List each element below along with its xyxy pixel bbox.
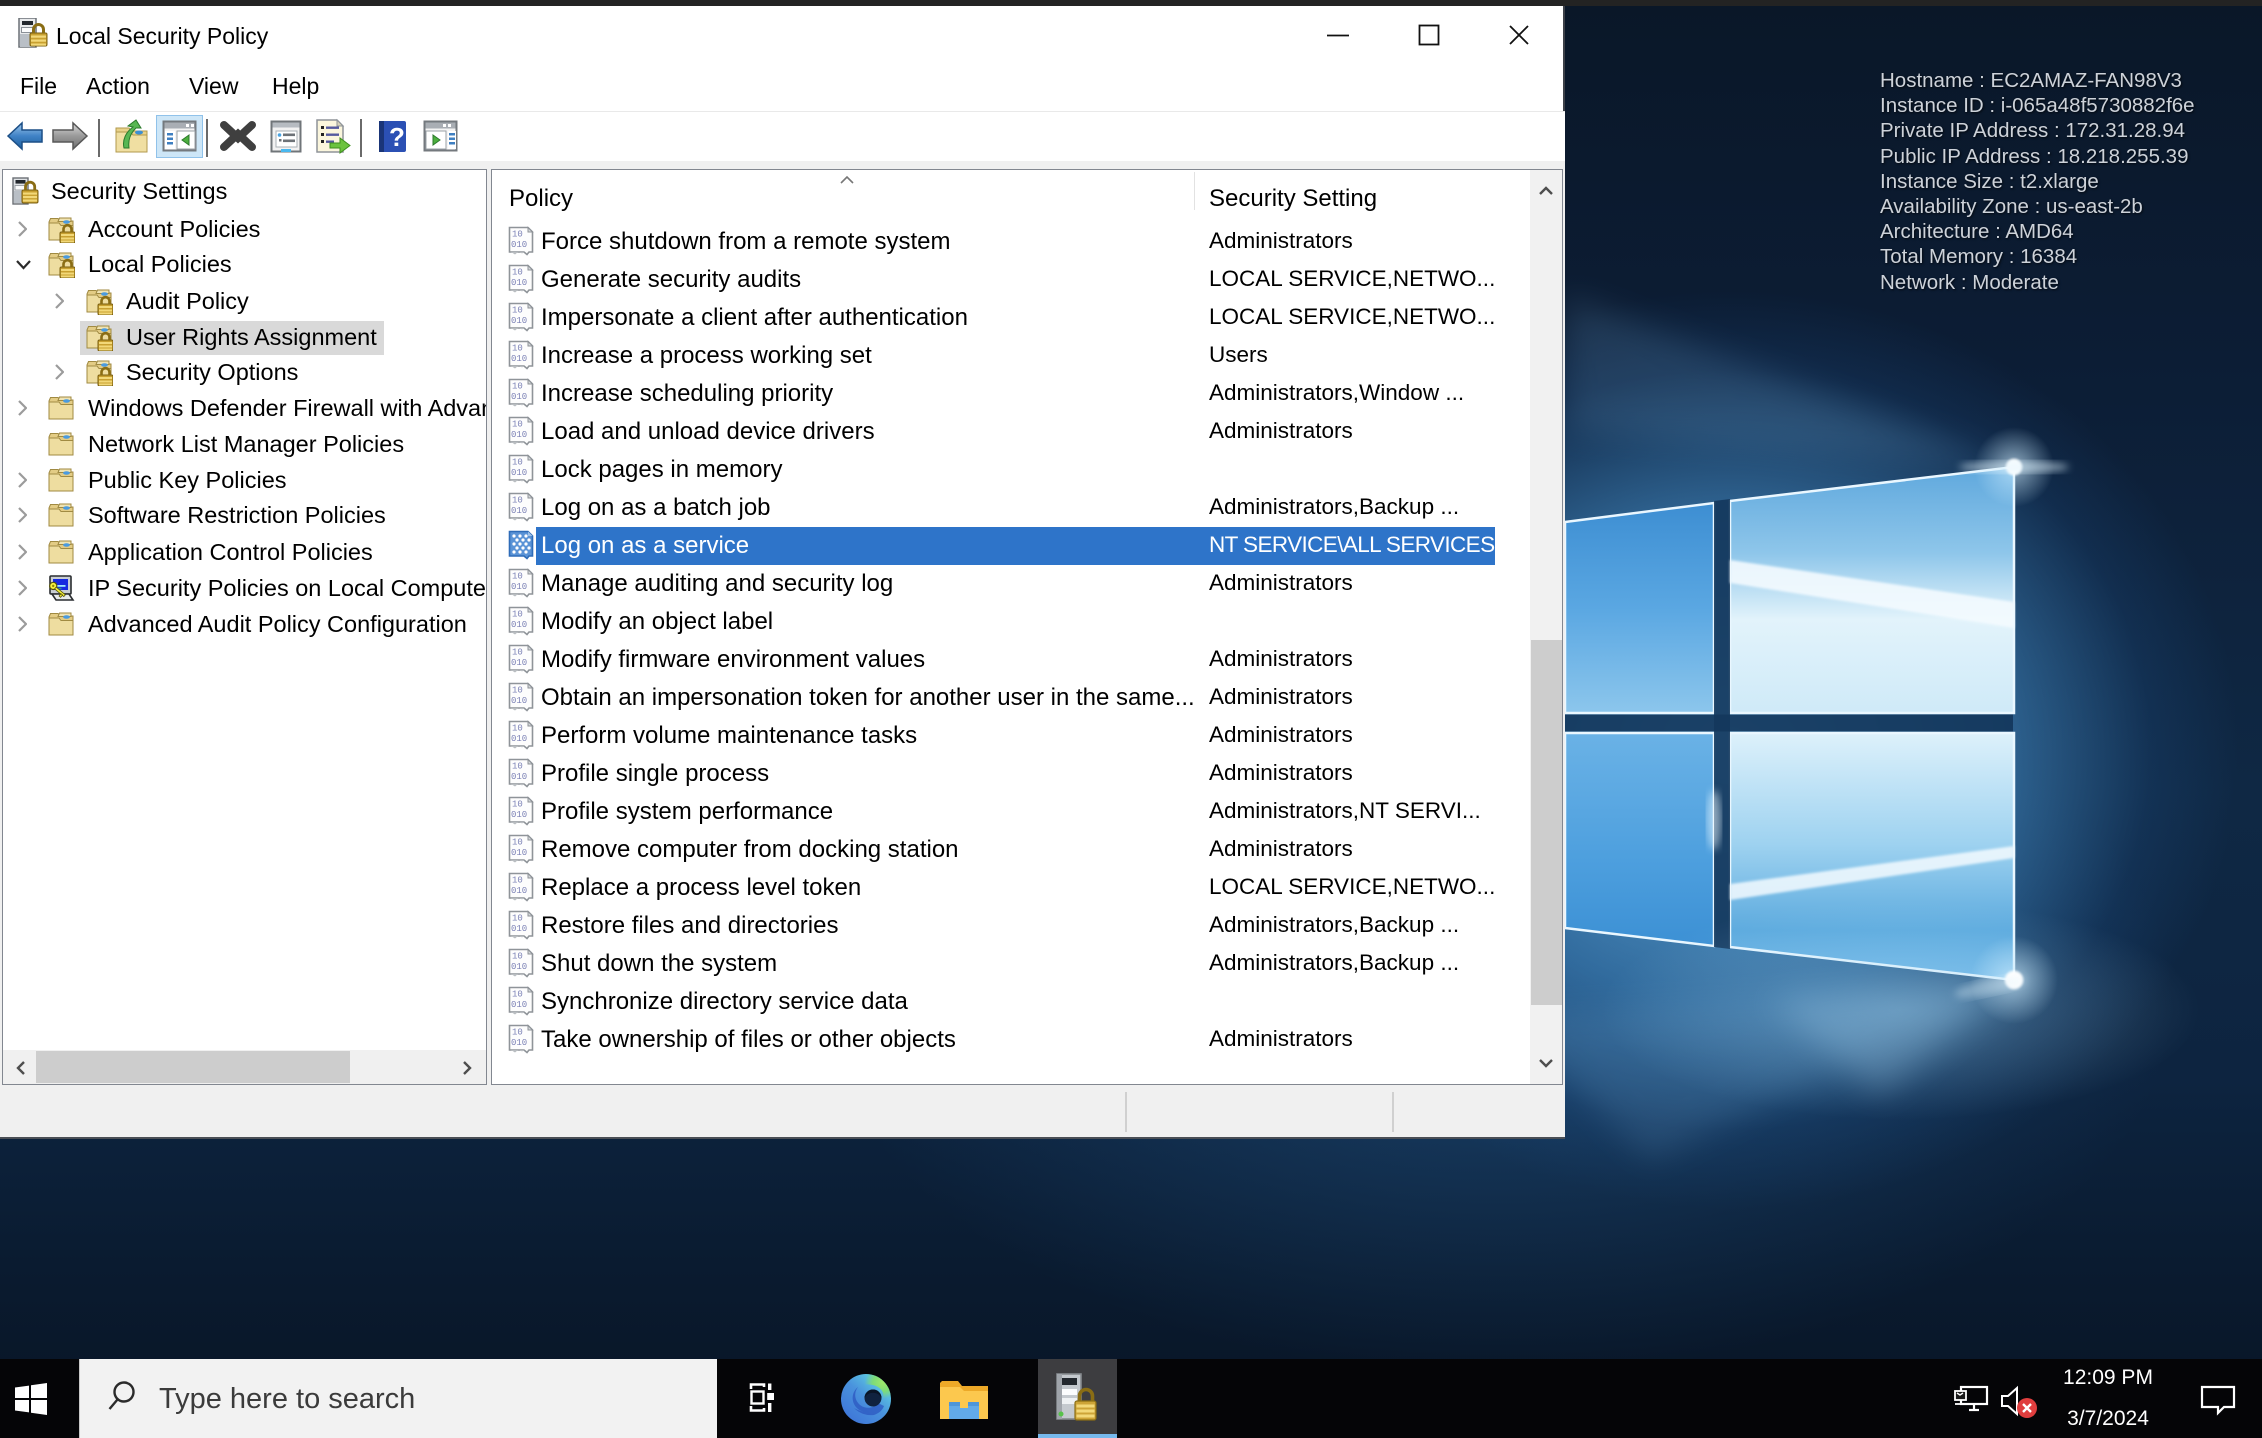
svg-text:?: ? (389, 122, 405, 152)
